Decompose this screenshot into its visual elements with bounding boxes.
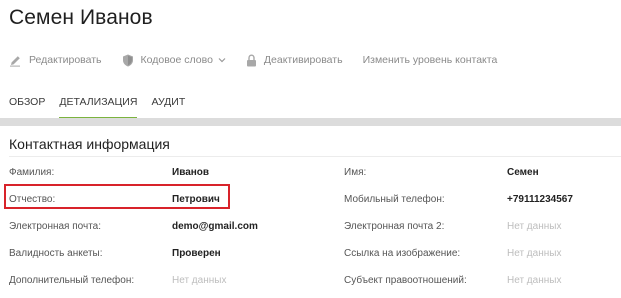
field-label-image-link: Ссылка на изображение: bbox=[344, 248, 461, 259]
field-value-mobile-phone[interactable]: +79111234567 bbox=[507, 194, 573, 205]
field-label-email-2: Электронная почта 2: bbox=[344, 221, 445, 232]
field-label-mobile-phone: Мобильный телефон: bbox=[344, 194, 445, 205]
field-value-validity: Проверен bbox=[172, 248, 221, 259]
deactivate-button-label: Деактивировать bbox=[263, 54, 343, 66]
field-label-additional-phone: Дополнительный телефон: bbox=[9, 275, 135, 286]
edit-button[interactable]: Редактировать bbox=[9, 54, 102, 67]
edit-button-label: Редактировать bbox=[29, 54, 102, 66]
field-value-email-2: Нет данных bbox=[507, 221, 562, 232]
field-value-email[interactable]: demo@gmail.com bbox=[172, 221, 258, 232]
codeword-label: Кодовое слово bbox=[140, 54, 213, 66]
codeword-dropdown[interactable]: Кодовое слово bbox=[122, 54, 226, 67]
field-label-legal-subject: Субъект правоотношений: bbox=[344, 275, 467, 286]
field-label-last-name: Фамилия: bbox=[9, 167, 55, 178]
middle-name-highlight-box bbox=[4, 184, 230, 209]
field-value-legal-subject: Нет данных bbox=[507, 275, 562, 286]
field-label-first-name: Имя: bbox=[344, 167, 367, 178]
page-title: Семен Иванов bbox=[9, 6, 153, 29]
tab-bar: ОБЗОР ДЕТАЛИЗАЦИЯ АУДИТ bbox=[9, 96, 199, 119]
toolbar: Редактировать Кодовое слово Деактивирова… bbox=[9, 52, 517, 68]
shield-icon bbox=[122, 54, 133, 66]
section-title: Контактная информация bbox=[9, 136, 170, 152]
deactivate-button[interactable]: Деактивировать bbox=[246, 53, 343, 67]
field-label-validity: Валидность анкеты: bbox=[9, 248, 103, 259]
pencil-icon bbox=[10, 55, 20, 67]
field-value-last-name: Иванов bbox=[172, 167, 210, 178]
field-value-image-link: Нет данных bbox=[507, 248, 562, 259]
section-divider bbox=[9, 156, 621, 157]
change-level-button[interactable]: Изменить уровень контакта bbox=[363, 54, 498, 66]
tab-details[interactable]: ДЕТАЛИЗАЦИЯ bbox=[59, 96, 138, 119]
tab-overview[interactable]: ОБЗОР bbox=[9, 96, 45, 117]
lock-icon bbox=[246, 53, 256, 66]
field-label-email: Электронная почта: bbox=[9, 221, 102, 232]
chevron-down-icon bbox=[218, 58, 226, 63]
field-value-additional-phone: Нет данных bbox=[172, 275, 227, 286]
change-level-button-label: Изменить уровень контакта bbox=[362, 54, 498, 66]
field-value-first-name: Семен bbox=[507, 167, 539, 178]
tab-audit[interactable]: АУДИТ bbox=[151, 96, 185, 117]
